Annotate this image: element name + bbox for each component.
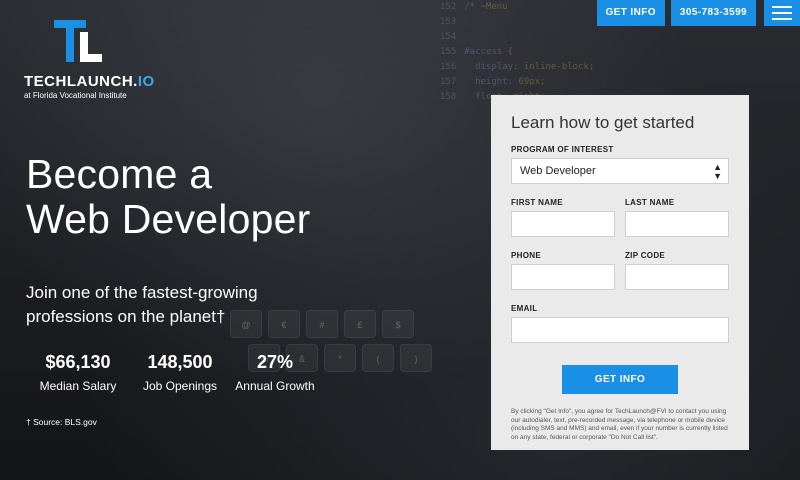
stats-source-note: † Source: BLS.gov: [26, 417, 97, 427]
phone-label: PHONE: [511, 251, 541, 260]
stat-median-salary: $66,130 Median Salary: [26, 352, 130, 393]
background-keyboard-key: #: [306, 310, 338, 338]
stat-label: Median Salary: [39, 379, 117, 393]
background-keyboard-key: ): [400, 344, 432, 372]
last-name-label: LAST NAME: [625, 198, 675, 207]
zip-code-label: ZIP CODE: [625, 251, 666, 260]
stats-row: $66,130 Median Salary 148,500 Job Openin…: [26, 352, 320, 393]
form-title: Learn how to get started: [511, 113, 695, 132]
background-code-line: 155 #access {: [440, 47, 514, 57]
program-select[interactable]: Web Developer ▲ ▼: [511, 158, 729, 184]
get-info-nav-button[interactable]: GET INFO: [596, 0, 665, 26]
logo-wordmark: TECHLAUNCH.IO: [24, 73, 155, 90]
stat-label: Annual Growth: [235, 379, 315, 393]
program-label: PROGRAM OF INTEREST: [511, 145, 614, 154]
logo-subtitle: at Florida Vocational Institute: [24, 91, 127, 100]
hero-subheading: Join one of the fastest-growing professi…: [26, 283, 258, 326]
background-keyboard-key: *: [324, 344, 356, 372]
lead-form: Learn how to get started PROGRAM OF INTE…: [491, 95, 749, 450]
top-nav: GET INFO 305-783-3599: [591, 0, 800, 26]
headline-line-1: Become a: [26, 151, 213, 197]
phone-field[interactable]: [511, 264, 615, 290]
hamburger-icon[interactable]: [764, 0, 800, 26]
first-name-field[interactable]: [511, 211, 615, 237]
background-keyboard-key: $: [382, 310, 414, 338]
phone-nav-button[interactable]: 305-783-3599: [670, 0, 756, 26]
stat-annual-growth: 27% Annual Growth: [230, 352, 320, 393]
stat-value: $66,130: [45, 352, 111, 372]
stat-job-openings: 148,500 Job Openings: [130, 352, 230, 393]
page-title: Become a Web Developer: [26, 152, 356, 242]
background-keyboard-key: (: [362, 344, 394, 372]
logo[interactable]: TECHLAUNCH.IO at Florida Vocational Inst…: [24, 18, 154, 100]
consent-disclaimer: By clicking "Get Info", you agree for Te…: [511, 408, 728, 441]
select-arrows-icon: ▲ ▼: [713, 162, 722, 181]
email-label: EMAIL: [511, 304, 538, 313]
headline-line-2: Web Developer: [26, 196, 311, 242]
last-name-field[interactable]: [625, 211, 729, 237]
stat-label: Job Openings: [142, 379, 218, 393]
background-code-line: 157 height: 69px;: [440, 77, 546, 87]
get-info-submit-button[interactable]: GET INFO: [562, 365, 678, 394]
first-name-label: FIRST NAME: [511, 198, 563, 207]
background-keyboard-key: £: [344, 310, 376, 338]
background-code-line: 156 display: inline-block;: [440, 62, 595, 72]
zip-code-field[interactable]: [625, 264, 729, 290]
techlaunch-logo-mark: [54, 20, 102, 62]
email-field[interactable]: [511, 317, 729, 343]
background-code-line: 154: [440, 32, 457, 42]
stat-value: 27%: [256, 352, 294, 372]
program-selected-value: Web Developer: [520, 165, 596, 177]
stat-value: 148,500: [147, 352, 213, 372]
